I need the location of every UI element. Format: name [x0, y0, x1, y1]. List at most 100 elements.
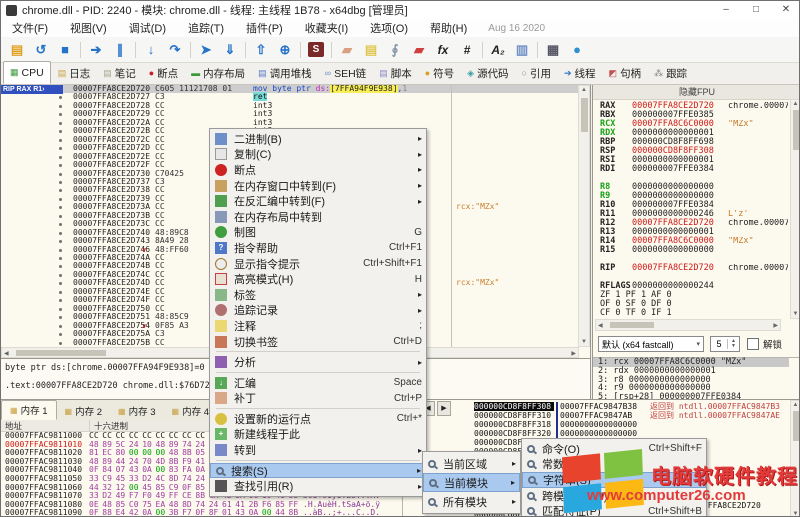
menu-item[interactable]: 追踪(T): [177, 23, 235, 35]
register-row[interactable]: CF 0 TF 0 IF 1: [593, 309, 789, 318]
open-file-icon[interactable]: ▤: [5, 40, 29, 60]
execute-till-return-icon[interactable]: ⇓: [218, 40, 242, 60]
menu-item-在反汇编中转到(F)[interactable]: 在反汇编中转到(F)▸: [210, 193, 426, 209]
patch-icon[interactable]: ▰: [335, 40, 359, 60]
restart-icon[interactable]: ↺: [29, 40, 53, 60]
breakpoint-dot-icon[interactable]: [59, 291, 62, 294]
menu-item-指令帮助[interactable]: ?指令帮助Ctrl+F1: [210, 240, 426, 256]
stop-icon[interactable]: ■: [53, 40, 77, 60]
tab-内存布局[interactable]: ▬内存布局: [185, 63, 251, 84]
stack-row[interactable]: 000000CD8F8FF3200000000000000000: [403, 429, 800, 438]
breakpoint-dot-icon[interactable]: [59, 173, 62, 176]
breakpoint-dot-icon[interactable]: [59, 122, 62, 125]
menu-item-断点[interactable]: 断点▸: [210, 162, 426, 178]
menu-item-当前区域[interactable]: 当前区域▸: [423, 454, 520, 473]
breakpoint-dot-icon[interactable]: [59, 206, 62, 209]
breakpoint-dot-icon[interactable]: [59, 156, 62, 159]
breakpoint-dot-icon[interactable]: [59, 282, 62, 285]
menu-item-查找引用(R)[interactable]: 查找引用(R)▸: [210, 478, 426, 494]
menu-item[interactable]: 文件(F): [1, 23, 59, 35]
menu-item-设置新的运行点[interactable]: 设置新的运行点Ctrl+*: [210, 411, 426, 427]
breakpoint-dot-icon[interactable]: [59, 139, 62, 142]
tab-源代码[interactable]: ◈源代码: [461, 63, 514, 84]
argument-count-spinner[interactable]: 5 ▲▼: [710, 336, 740, 352]
stack-next-button[interactable]: ▶: [437, 401, 451, 416]
breakpoint-dot-icon[interactable]: [59, 257, 62, 260]
menu-item-搜索(S)[interactable]: 搜索(S)▸: [210, 463, 426, 479]
breakpoint-dot-icon[interactable]: [59, 105, 62, 108]
tab-线程[interactable]: ➔线程: [558, 63, 602, 84]
tab-笔记[interactable]: ▤笔记: [97, 63, 142, 84]
registers-vertical-scrollbar[interactable]: ▲ ▼: [790, 99, 800, 319]
menu-item-在内存窗口中转到(F)[interactable]: 在内存窗口中转到(F)▸: [210, 178, 426, 194]
breakpoint-dot-icon[interactable]: [59, 316, 62, 319]
scroll-down-icon[interactable]: ▼: [579, 339, 589, 345]
breakpoint-dot-icon[interactable]: [59, 342, 62, 345]
menu-item[interactable]: 插件(P): [235, 23, 294, 35]
dump-tab-内存 1[interactable]: ▦内存 1: [1, 400, 57, 420]
expression-fx-icon[interactable]: fx: [431, 40, 455, 60]
tab-SEH链[interactable]: ∞SEH链: [319, 63, 373, 84]
scroll-thumb[interactable]: [793, 110, 799, 150]
menu-item-分析[interactable]: 分析▸: [210, 354, 426, 370]
breakpoint-dot-icon[interactable]: [59, 96, 62, 99]
attach-icon[interactable]: ⊕: [273, 40, 297, 60]
breakpoint-dot-icon[interactable]: [59, 333, 62, 336]
menu-item[interactable]: 视图(V): [59, 23, 118, 35]
register-row[interactable]: RDI000000007FFE0384: [593, 165, 789, 174]
breakpoint-dot-icon[interactable]: [59, 274, 62, 277]
unlock-checkbox[interactable]: [747, 338, 759, 350]
scroll-left-icon[interactable]: ◀: [598, 322, 603, 329]
modify-value-icon[interactable]: ▥: [510, 40, 534, 60]
run-to-user-code-icon[interactable]: ➤: [194, 40, 218, 60]
breakpoint-dot-icon[interactable]: [59, 249, 62, 252]
scroll-up-icon[interactable]: ▲: [791, 402, 800, 408]
register-row[interactable]: R150000000000000000: [593, 246, 789, 255]
menu-item[interactable]: 选项(O): [359, 23, 419, 35]
breakpoint-dot-icon[interactable]: [59, 265, 62, 268]
breakpoint-dot-icon[interactable]: [59, 164, 62, 167]
comment-icon[interactable]: ▤: [359, 40, 383, 60]
step-out-icon[interactable]: ⇧: [249, 40, 273, 60]
breakpoint-dot-icon[interactable]: [59, 189, 62, 192]
menu-item-所有模块[interactable]: 所有模块▸: [423, 492, 520, 511]
tab-跟踪[interactable]: ⁂跟踪: [648, 63, 693, 84]
menu-item-追踪记录[interactable]: 追踪记录▸: [210, 303, 426, 319]
menu-item-标签[interactable]: 标签▸: [210, 287, 426, 303]
scroll-up-icon[interactable]: ▲: [579, 87, 589, 93]
scroll-right-icon[interactable]: ▶: [773, 322, 778, 329]
stack-row[interactable]: 000000CD8F8FF30800007FFAC9847B38返回到 ntdl…: [403, 402, 800, 411]
calculator-icon[interactable]: ▦: [541, 40, 565, 60]
menu-item-切换书签[interactable]: 切换书签Ctrl+D: [210, 334, 426, 350]
dump-row[interactable]: 00007FFAC98110900F88E4420A003BF70F8F0143…: [1, 509, 402, 517]
scroll-thumb[interactable]: [581, 98, 588, 132]
tab-CPU[interactable]: ▦CPU: [3, 61, 51, 84]
stack-row[interactable]: 000000CD8F8FF3180000000000000000: [403, 420, 800, 429]
tab-日志[interactable]: ▤日志: [52, 63, 97, 84]
scroll-down-icon[interactable]: ▼: [791, 511, 800, 517]
breakpoint-dot-icon[interactable]: [59, 113, 62, 116]
menu-item-命令(O)[interactable]: 命令(O)Ctrl+Shift+F: [522, 441, 706, 457]
stack-row[interactable]: 000000CD8F8FF31000007FFAC9847AB返回到 ntdll…: [403, 411, 800, 420]
scroll-down-icon[interactable]: ▼: [791, 311, 800, 317]
menu-item-二进制(B)[interactable]: 二进制(B)▸: [210, 131, 426, 147]
menu-item[interactable]: 帮助(H): [419, 23, 478, 35]
menu-item-注释[interactable]: 注释;: [210, 318, 426, 334]
tab-脚本[interactable]: ▤脚本: [373, 63, 418, 84]
dump-tab-内存 2[interactable]: ▦内存 2: [57, 402, 111, 420]
minimize-button[interactable]: –: [711, 1, 741, 19]
eraser-icon[interactable]: ▰: [407, 40, 431, 60]
menu-item-当前模块[interactable]: 当前模块▸: [423, 473, 520, 492]
menu-item-在内存布局中转到[interactable]: 在内存布局中转到: [210, 209, 426, 225]
maximize-button[interactable]: □: [741, 1, 771, 19]
scroll-up-icon[interactable]: ▲: [791, 101, 800, 107]
menu-item-汇编[interactable]: ↓汇编Space: [210, 375, 426, 391]
menu-item-新建线程于此[interactable]: +新建线程于此: [210, 427, 426, 443]
menu-item[interactable]: 收藏夹(I): [294, 23, 359, 35]
dump-tab-内存 3[interactable]: ▦内存 3: [110, 402, 164, 420]
stack-vertical-scrollbar[interactable]: ▲ ▼: [790, 400, 800, 517]
scroll-thumb[interactable]: [793, 411, 799, 441]
menu-item-显示指令提示[interactable]: 显示指令提示Ctrl+Shift+F1: [210, 256, 426, 272]
browser-icon[interactable]: ●: [565, 40, 589, 60]
menu-item-跨模块调用(I)[interactable]: 跨模块调用(I): [522, 488, 706, 504]
